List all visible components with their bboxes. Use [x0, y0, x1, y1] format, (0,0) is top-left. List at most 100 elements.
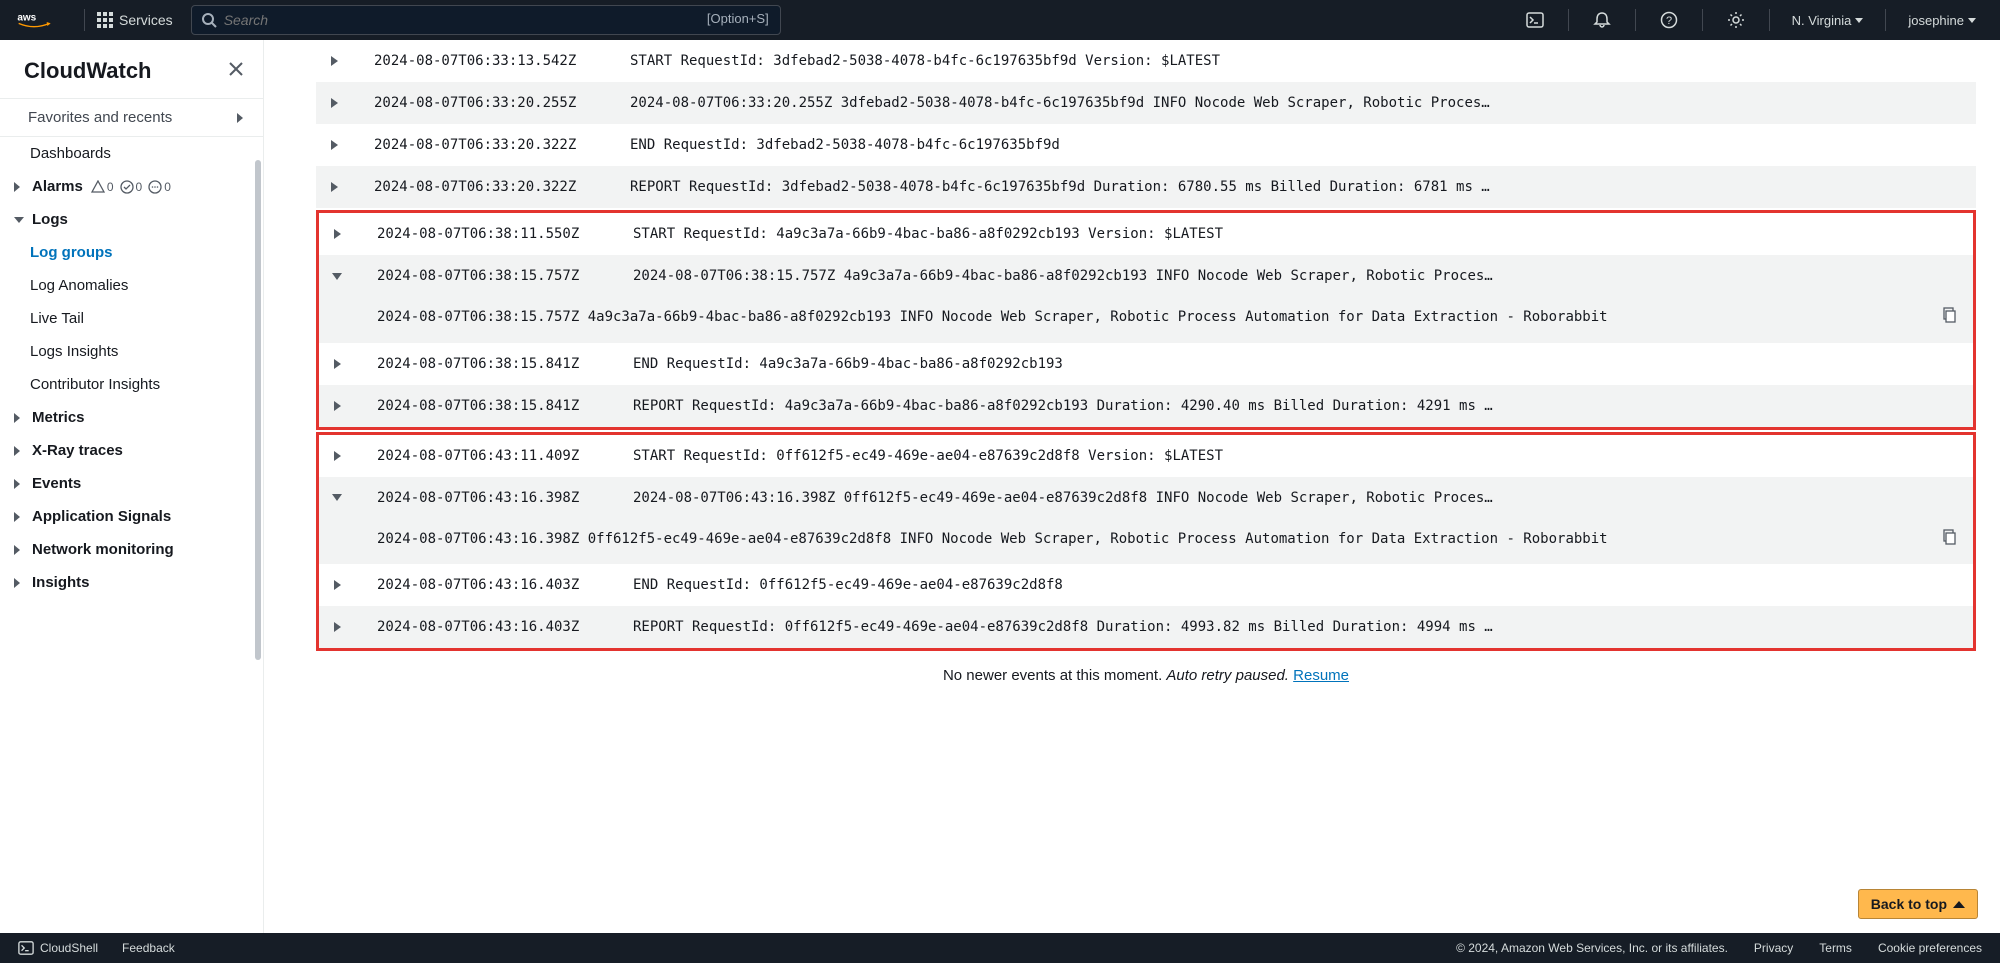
terminal-icon — [18, 940, 34, 956]
footer-italic: Auto retry paused. — [1166, 667, 1293, 684]
log-timestamp: 2024-08-07T06:38:15.757Z — [349, 268, 619, 284]
region-selector[interactable]: N. Virginia — [1782, 0, 1874, 40]
help-icon: ? — [1660, 11, 1678, 29]
log-row[interactable]: 2024-08-07T06:38:11.550ZSTART RequestId:… — [319, 213, 1973, 255]
expand-toggle[interactable] — [322, 182, 346, 192]
help-button[interactable]: ? — [1648, 0, 1690, 40]
divider — [1702, 9, 1703, 31]
sidebar-item-contributor-insights[interactable]: Contributor Insights — [0, 368, 263, 401]
sidebar-item-metrics[interactable]: Metrics — [0, 401, 263, 434]
search-input[interactable] — [191, 5, 781, 35]
log-row[interactable]: 2024-08-07T06:43:16.398Z2024-08-07T06:43… — [319, 477, 1973, 519]
bell-icon — [1593, 11, 1611, 29]
expand-toggle[interactable] — [325, 401, 349, 411]
aws-logo[interactable]: aws — [14, 10, 54, 30]
chevron-right-icon — [14, 479, 20, 489]
chevron-right-icon — [14, 413, 20, 423]
sidebar-item-logs[interactable]: Logs — [0, 203, 263, 236]
cloudshell-icon-button[interactable] — [1514, 0, 1556, 40]
divider — [1885, 9, 1886, 31]
highlighted-group: 2024-08-07T06:43:11.409ZSTART RequestId:… — [316, 432, 1976, 652]
log-timestamp: 2024-08-07T06:43:16.403Z — [349, 577, 619, 593]
cookies-link[interactable]: Cookie preferences — [1878, 941, 1982, 955]
footer-message: No newer events at this moment. Auto ret… — [316, 653, 1976, 698]
log-timestamp: 2024-08-07T06:33:20.322Z — [346, 179, 616, 195]
close-icon — [227, 60, 245, 78]
log-row[interactable]: 2024-08-07T06:33:20.322ZEND RequestId: 3… — [316, 124, 1976, 166]
services-label: Services — [119, 12, 173, 28]
log-row[interactable]: 2024-08-07T06:43:11.409ZSTART RequestId:… — [319, 435, 1973, 477]
chevron-right-icon — [14, 512, 20, 522]
divider — [1568, 9, 1569, 31]
expand-toggle[interactable] — [322, 98, 346, 108]
triangle-right-icon — [334, 401, 341, 411]
log-row[interactable]: 2024-08-07T06:43:16.403ZEND RequestId: 0… — [319, 564, 1973, 606]
back-to-top-button[interactable]: Back to top — [1858, 889, 1978, 919]
sidebar-item-events[interactable]: Events — [0, 467, 263, 500]
expand-toggle[interactable] — [325, 359, 349, 369]
chevron-down-icon — [14, 217, 24, 223]
triangle-right-icon — [334, 622, 341, 632]
log-timestamp: 2024-08-07T06:43:11.409Z — [349, 448, 619, 464]
log-row[interactable]: 2024-08-07T06:38:15.757Z2024-08-07T06:38… — [319, 255, 1973, 297]
expand-toggle[interactable] — [322, 56, 346, 66]
sidebar-item-network-monitoring[interactable]: Network monitoring — [0, 533, 263, 566]
log-row[interactable]: 2024-08-07T06:33:20.322ZREPORT RequestId… — [316, 166, 1976, 208]
expand-toggle[interactable] — [325, 580, 349, 590]
copy-button[interactable] — [1941, 307, 1957, 331]
log-row[interactable]: 2024-08-07T06:38:15.841ZREPORT RequestId… — [319, 385, 1973, 427]
cloudshell-link[interactable]: CloudShell — [18, 940, 98, 956]
triangle-right-icon — [334, 229, 341, 239]
log-row-expanded: 2024-08-07T06:38:15.757Z 4a9c3a7a-66b9-4… — [319, 297, 1973, 343]
log-message: START RequestId: 0ff612f5-ec49-469e-ae04… — [619, 448, 1963, 464]
favorites-section[interactable]: Favorites and recents — [0, 98, 263, 137]
expand-toggle[interactable] — [325, 273, 349, 280]
log-message: END RequestId: 3dfebad2-5038-4078-b4fc-6… — [616, 137, 1966, 153]
log-row[interactable]: 2024-08-07T06:43:16.403ZREPORT RequestId… — [319, 606, 1973, 648]
expand-toggle[interactable] — [325, 229, 349, 239]
log-message: 2024-08-07T06:43:16.398Z 0ff612f5-ec49-4… — [619, 490, 1963, 506]
sidebar-header: CloudWatch — [0, 40, 263, 98]
expand-toggle[interactable] — [325, 451, 349, 461]
sidebar-item-app-signals[interactable]: Application Signals — [0, 500, 263, 533]
privacy-link[interactable]: Privacy — [1754, 941, 1793, 955]
sidebar-item-logs-insights[interactable]: Logs Insights — [0, 335, 263, 368]
sidebar-item-insights[interactable]: Insights — [0, 566, 263, 599]
copy-button[interactable] — [1941, 529, 1957, 553]
sidebar-item-dashboards[interactable]: Dashboards — [0, 137, 263, 170]
sidebar-item-alarms[interactable]: Alarms 0 0 0 — [0, 170, 263, 203]
sidebar-item-log-groups[interactable]: Log groups — [0, 236, 263, 269]
account-menu[interactable]: josephine — [1898, 0, 1986, 40]
caret-down-icon — [1968, 18, 1976, 23]
close-sidebar-button[interactable] — [227, 58, 245, 84]
sidebar: CloudWatch Favorites and recents Dashboa… — [0, 40, 264, 933]
log-message: END RequestId: 4a9c3a7a-66b9-4bac-ba86-a… — [619, 356, 1963, 372]
log-row[interactable]: 2024-08-07T06:33:20.255Z2024-08-07T06:33… — [316, 82, 1976, 124]
divider — [1635, 9, 1636, 31]
log-row[interactable]: 2024-08-07T06:38:15.841ZEND RequestId: 4… — [319, 343, 1973, 385]
chevron-right-icon — [14, 446, 20, 456]
log-row[interactable]: 2024-08-07T06:33:13.542ZSTART RequestId:… — [316, 40, 1976, 82]
scrollbar[interactable] — [255, 160, 261, 660]
notifications-button[interactable] — [1581, 0, 1623, 40]
sidebar-item-live-tail[interactable]: Live Tail — [0, 302, 263, 335]
chevron-right-icon — [14, 182, 20, 192]
log-message: 2024-08-07T06:38:15.757Z 4a9c3a7a-66b9-4… — [619, 268, 1963, 284]
dots-circle-icon — [148, 180, 162, 194]
log-message: REPORT RequestId: 3dfebad2-5038-4078-b4f… — [616, 179, 1966, 195]
user-label: josephine — [1908, 13, 1964, 28]
services-menu[interactable]: Services — [97, 12, 173, 28]
resume-link[interactable]: Resume — [1293, 667, 1349, 684]
terms-link[interactable]: Terms — [1819, 941, 1852, 955]
sidebar-item-xray[interactable]: X-Ray traces — [0, 434, 263, 467]
settings-button[interactable] — [1715, 0, 1757, 40]
log-message: START RequestId: 3dfebad2-5038-4078-b4fc… — [616, 53, 1966, 69]
expand-toggle[interactable] — [325, 494, 349, 501]
chevron-up-icon — [1953, 901, 1965, 908]
feedback-link[interactable]: Feedback — [122, 941, 175, 955]
divider — [84, 9, 85, 31]
expand-toggle[interactable] — [325, 622, 349, 632]
gear-icon — [1727, 11, 1745, 29]
sidebar-item-log-anomalies[interactable]: Log Anomalies — [0, 269, 263, 302]
expand-toggle[interactable] — [322, 140, 346, 150]
